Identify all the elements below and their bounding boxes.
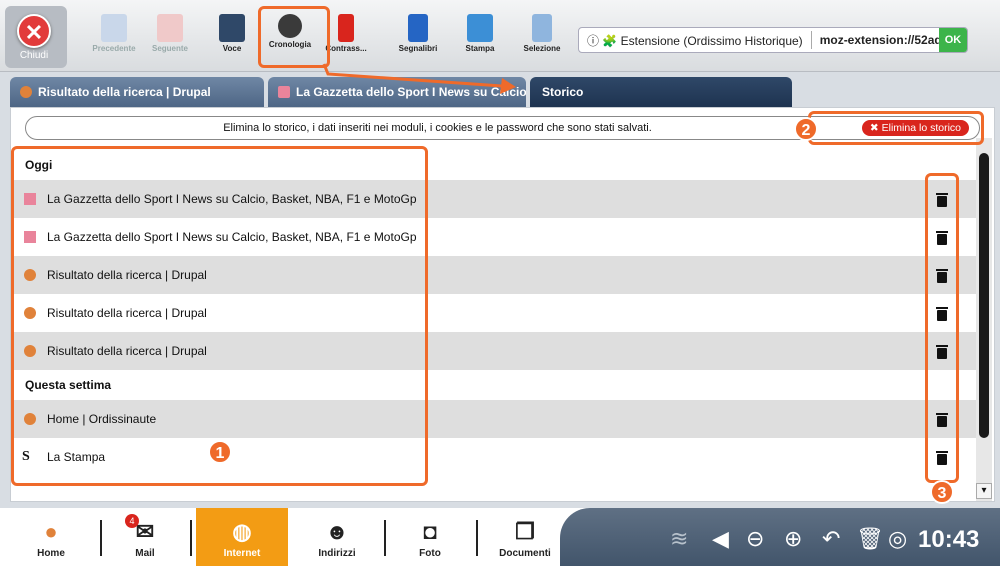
annotation-badge-3: 3 — [930, 480, 954, 504]
mail-icon: ✉ — [135, 519, 155, 544]
notice-text: Elimina lo storico, i dati inseriti nei … — [223, 122, 652, 134]
taskbar-home[interactable]: ● Home — [16, 508, 86, 566]
tab-drupal[interactable]: Risultato della ricerca | Drupal — [10, 77, 264, 107]
print-label: Stampa — [465, 44, 495, 53]
annotation-arrow — [322, 63, 516, 94]
forward-arrow-icon — [157, 14, 183, 42]
url-bar[interactable]: ⓘ 🧩 Estensione (Ordissimo Historique) mo… — [578, 27, 968, 53]
tab-storico-label: Storico — [542, 85, 584, 99]
documents-label: Documenti — [499, 548, 551, 559]
help-lifebuoy-icon[interactable]: ◎ — [888, 526, 907, 552]
bookmark-add-icon — [338, 14, 354, 42]
highlight-history-list — [11, 146, 428, 486]
taskbar-internet[interactable]: ◍ Internet — [196, 508, 288, 566]
close-button[interactable]: ✕ Chiudi — [12, 14, 56, 66]
voice-label: Voce — [222, 44, 242, 53]
mail-count-badge: 4 — [125, 514, 139, 528]
clock: 10:43 — [918, 526, 980, 553]
forward-label: Seguente — [151, 44, 188, 53]
mail-label: Mail — [135, 548, 155, 559]
taskbar-photo[interactable]: ◘ Foto — [395, 508, 465, 566]
scroll-down-icon[interactable]: ▾ — [976, 483, 992, 499]
taskbar-separator — [190, 520, 192, 556]
scrollbar-thumb[interactable] — [979, 153, 989, 438]
taskbar-separator — [100, 520, 102, 556]
contacts-icon: ☻ — [325, 519, 349, 544]
forward-button[interactable]: Seguente — [142, 8, 198, 66]
taskbar-mail[interactable]: ✉ Mail — [110, 508, 180, 566]
selection-label: Selezione — [523, 44, 561, 53]
zoom-in-icon[interactable]: ⊕ — [784, 526, 802, 552]
voice-icon — [219, 14, 245, 42]
photo-label: Foto — [419, 548, 441, 559]
undo-icon[interactable]: ↶ — [822, 526, 840, 552]
url-ok-button[interactable]: OK — [939, 28, 967, 52]
taskbar-separator — [384, 520, 386, 556]
drupal-favicon-icon — [20, 86, 32, 98]
bookmarks-label: Segnalibri — [398, 44, 438, 53]
close-label: Chiudi — [19, 50, 49, 61]
gazzetta-favicon-icon — [278, 86, 290, 98]
trash-icon[interactable]: 🗑 — [856, 526, 884, 552]
bookmarks-button[interactable]: Segnalibri — [390, 8, 446, 66]
selection-button[interactable]: Selezione — [514, 8, 570, 66]
close-icon: ✕ — [17, 14, 51, 48]
printer-icon — [467, 14, 493, 42]
volume-icon[interactable]: ◀ — [712, 526, 729, 552]
annotation-badge-1: 1 — [208, 440, 232, 464]
taskbar-contacts[interactable]: ☻ Indirizzi — [302, 508, 372, 566]
print-button[interactable]: Stampa — [452, 8, 508, 66]
taskbar-separator — [476, 520, 478, 556]
documents-icon: ❐ — [515, 519, 535, 544]
wifi-icon[interactable]: ≋ — [670, 526, 688, 552]
internet-label: Internet — [223, 548, 261, 559]
zoom-out-icon[interactable]: ⊖ — [746, 526, 764, 552]
camera-icon: ◘ — [423, 519, 437, 544]
highlight-trash-column — [925, 173, 959, 483]
url-text[interactable]: moz-extension://52ad4 — [820, 33, 949, 47]
taskbar-documents[interactable]: ❐ Documenti — [490, 508, 560, 566]
extension-info: ⓘ 🧩 Estensione (Ordissimo Historique) — [587, 33, 803, 48]
home-label: Home — [37, 548, 65, 559]
highlight-clear-button — [808, 111, 984, 145]
add-bookmark-label: Contrass... — [325, 44, 367, 53]
globe-icon: ◍ — [232, 519, 252, 544]
tab-drupal-label: Risultato della ricerca | Drupal — [38, 85, 211, 99]
selection-icon — [532, 14, 552, 42]
annotation-badge-2: 2 — [794, 117, 818, 141]
highlight-history-button — [258, 6, 330, 68]
tab-storico[interactable]: Storico ✕ — [530, 77, 792, 107]
back-label: Precedente — [92, 44, 136, 53]
home-icon: ● — [44, 519, 58, 544]
url-separator — [810, 31, 812, 49]
back-arrow-icon — [101, 14, 127, 42]
voice-button[interactable]: Voce — [204, 8, 260, 66]
bookmarks-icon — [408, 14, 428, 42]
contacts-label: Indirizzi — [318, 548, 356, 559]
back-button[interactable]: Precedente — [86, 8, 142, 66]
